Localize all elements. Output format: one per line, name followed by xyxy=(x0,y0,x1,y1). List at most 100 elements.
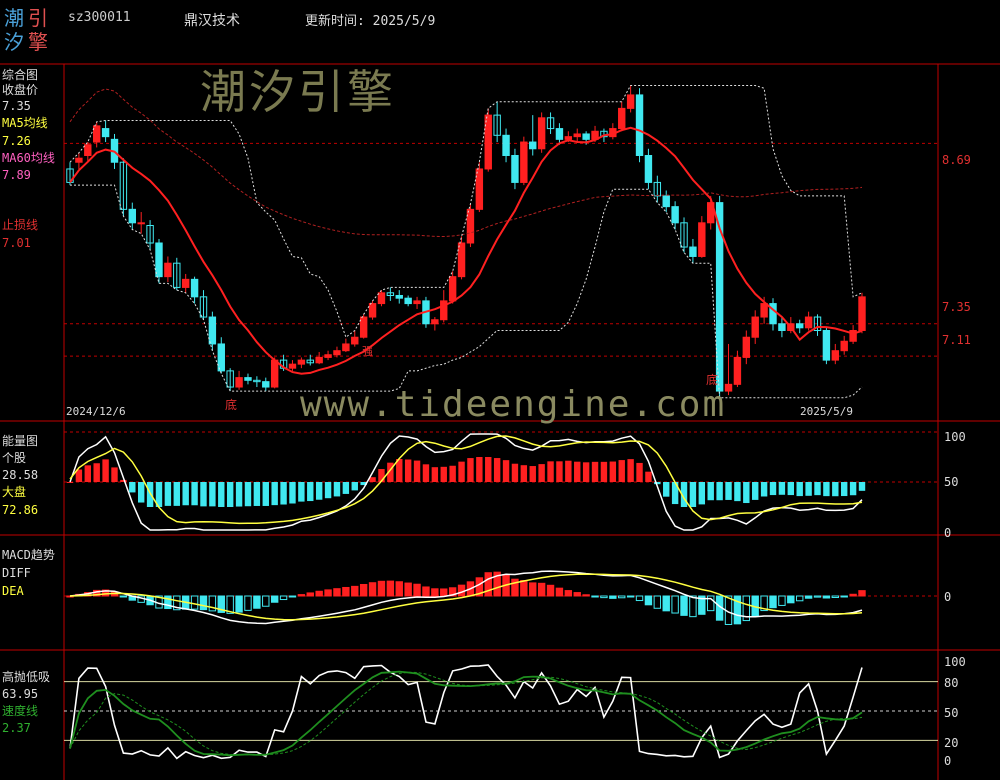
energy-tick-100: 100 xyxy=(944,430,966,444)
candle-body-87 xyxy=(840,340,848,352)
macd-bar-52 xyxy=(529,582,537,597)
watermark-text: 潮汐引擎 xyxy=(200,65,396,119)
energy-bar-18 xyxy=(226,482,234,507)
macd-bar-20 xyxy=(244,595,252,611)
energy-title: 能量图 xyxy=(2,434,39,448)
macd-bar-83 xyxy=(804,595,813,599)
ma5-label: MA5均线 xyxy=(2,116,48,130)
candle-body-25 xyxy=(288,363,297,369)
energy-bar-22 xyxy=(262,482,269,506)
energy-market-label: 大盘 xyxy=(2,485,27,499)
energy-bar-53 xyxy=(538,464,545,482)
energy-bar-47 xyxy=(485,457,492,482)
energy-bar-11 xyxy=(164,482,172,506)
macd-bar-62 xyxy=(618,595,626,599)
energy-bar-57 xyxy=(574,461,581,482)
energy-bar-67 xyxy=(663,482,670,497)
energy-bar-32 xyxy=(351,482,358,491)
macd-bar-86 xyxy=(831,595,840,598)
candle-body-71 xyxy=(698,222,706,257)
energy-bar-25 xyxy=(289,482,296,504)
macd-bar-28 xyxy=(315,590,323,597)
logo-char-3: 汐 xyxy=(4,30,24,54)
candle-body-89 xyxy=(858,296,866,332)
energy-bar-42 xyxy=(440,466,447,482)
candle-body-29 xyxy=(324,354,332,358)
energy-bar-62 xyxy=(618,460,625,482)
marker-di-2: 底 xyxy=(706,373,719,387)
energy-bar-65 xyxy=(645,471,652,482)
energy-bar-3 xyxy=(93,463,100,482)
candle-body-19 xyxy=(235,377,243,388)
candle-body-80 xyxy=(778,323,786,331)
candle-body-10 xyxy=(155,242,163,278)
macd-bar-51 xyxy=(520,580,528,597)
logo: 潮引 汐擎 xyxy=(4,6,58,58)
energy-bar-64 xyxy=(636,462,643,482)
macd-bar-26 xyxy=(297,594,306,597)
energy-bar-49 xyxy=(502,460,510,482)
energy-bar-6 xyxy=(120,479,127,482)
energy-bar-45 xyxy=(467,458,474,482)
energy-bar-70 xyxy=(689,482,697,507)
macd-bar-35 xyxy=(377,580,386,597)
energy-stock-value: 28.58 xyxy=(2,468,39,482)
macd-bar-79 xyxy=(769,595,777,609)
energy-bar-4 xyxy=(102,459,109,482)
energy-bar-19 xyxy=(235,482,243,507)
y-tick-869: 8.69 xyxy=(942,153,971,167)
candle-body-1 xyxy=(75,157,83,163)
marker-di-1: 底 xyxy=(225,398,238,412)
candle-body-68 xyxy=(671,206,679,224)
energy-bar-13 xyxy=(182,482,189,506)
close-value: 7.35 xyxy=(2,99,31,113)
logo-char-2: 引 xyxy=(28,6,48,30)
macd-bar-68 xyxy=(671,595,679,614)
macd-bar-6 xyxy=(119,595,128,598)
candle-body-85 xyxy=(822,330,831,361)
energy-bar-39 xyxy=(413,460,421,482)
macd-bar-89 xyxy=(858,590,866,597)
candle-body-62 xyxy=(618,107,626,130)
macd-bar-38 xyxy=(404,582,412,597)
candle-body-63 xyxy=(626,94,635,109)
macd-bar-47 xyxy=(484,572,492,597)
macd-bar-64 xyxy=(635,595,644,602)
ma60-label: MA60均线 xyxy=(2,151,55,165)
macd-bar-84 xyxy=(813,595,822,598)
gaoxi-tick-20: 20 xyxy=(944,736,959,750)
macd-bar-30 xyxy=(333,588,341,597)
candle-body-75 xyxy=(733,356,742,385)
energy-tick-0: 0 xyxy=(944,526,952,540)
macd-diff-label: DIFF xyxy=(2,566,31,580)
energy-bar-87 xyxy=(840,482,848,497)
energy-bar-44 xyxy=(458,461,465,482)
candle-body-41 xyxy=(431,319,439,325)
energy-bar-77 xyxy=(752,482,759,500)
macd-bar-81 xyxy=(787,595,795,604)
macd-bar-85 xyxy=(822,595,831,599)
energy-bar-76 xyxy=(743,482,750,504)
macd-bar-82 xyxy=(796,595,804,602)
energy-bar-40 xyxy=(422,464,430,482)
macd-bar-55 xyxy=(555,587,564,597)
energy-bar-88 xyxy=(849,482,857,496)
candle-body-33 xyxy=(359,316,368,338)
energy-bar-80 xyxy=(778,482,786,495)
energy-bar-78 xyxy=(760,482,768,497)
candle-body-49 xyxy=(502,134,510,157)
macd-bar-65 xyxy=(644,595,653,606)
candle-body-76 xyxy=(742,336,751,358)
candle-body-8 xyxy=(137,222,145,225)
energy-bar-20 xyxy=(244,482,252,507)
energy-bar-58 xyxy=(582,462,590,482)
candle-body-43 xyxy=(448,276,457,302)
candle-body-77 xyxy=(751,316,759,338)
macd-bar-24 xyxy=(279,595,288,601)
candle-body-37 xyxy=(395,295,403,299)
candle-body-3 xyxy=(92,125,101,143)
candle-body-30 xyxy=(333,350,341,356)
candle-body-70 xyxy=(689,246,697,257)
macd-bar-41 xyxy=(431,588,439,597)
macd-bar-66 xyxy=(653,595,662,609)
